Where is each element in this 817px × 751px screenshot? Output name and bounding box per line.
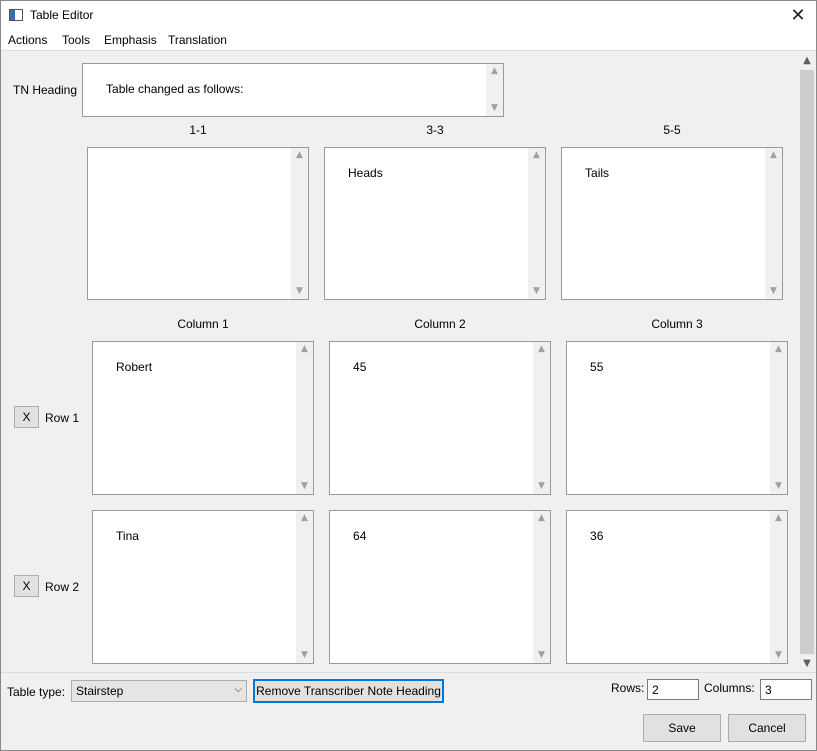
rows-label: Rows: [611,681,645,695]
header-label-2: 3-3 [426,123,444,137]
remove-transcriber-note-heading-button[interactable]: Remove Transcriber Note Heading [253,679,444,703]
column-label-1: Column 1 [177,317,229,331]
cell-value: 45 [353,360,367,374]
cell-row1-col2[interactable]: 45 ▲ ▼ [329,341,551,495]
header-label-3: 5-5 [663,123,681,137]
chevron-up-icon[interactable]: ▲ [528,148,545,163]
chevron-up-icon[interactable]: ▲ [486,64,503,79]
chevron-down-icon[interactable]: ▼ [296,648,313,663]
table-type-select[interactable]: Stairstep ⌵ [71,680,247,702]
chevron-up-icon[interactable]: ▲ [798,52,816,69]
menu-translation[interactable]: Translation [168,33,227,47]
cell-row1-col3[interactable]: 55 ▲ ▼ [566,341,788,495]
chevron-up-icon[interactable]: ▲ [533,511,550,526]
chevron-down-icon[interactable]: ▼ [486,101,503,116]
textbox-scrollbar[interactable]: ▲ ▼ [770,511,787,663]
textbox-scrollbar[interactable]: ▲ ▼ [296,511,313,663]
chevron-down-icon[interactable]: ▼ [533,479,550,494]
menu-tools[interactable]: Tools [62,33,90,47]
textbox-scrollbar[interactable]: ▲ ▼ [533,342,550,494]
chevron-up-icon[interactable]: ▲ [770,511,787,526]
main-scrollbar[interactable]: ▲ ▼ [798,52,816,672]
rows-input[interactable]: 2 [647,679,699,700]
cell-row2-col2[interactable]: 64 ▲ ▼ [329,510,551,664]
row-label-1: Row 1 [45,411,80,425]
cell-value: Tina [116,529,139,543]
textbox-scrollbar[interactable]: ▲ ▼ [486,64,503,116]
chevron-down-icon[interactable]: ▼ [770,479,787,494]
chevron-down-icon[interactable]: ▼ [770,648,787,663]
scrollbar-thumb[interactable] [800,70,814,654]
chevron-up-icon[interactable]: ▲ [533,342,550,357]
chevron-up-icon[interactable]: ▲ [296,342,313,357]
cell-row2-col3[interactable]: 36 ▲ ▼ [566,510,788,664]
save-button[interactable]: Save [643,714,721,742]
row-label-2: Row 2 [45,580,80,594]
menu-actions[interactable]: Actions [8,33,47,47]
chevron-down-icon[interactable]: ▼ [528,284,545,299]
textbox-scrollbar[interactable]: ▲ ▼ [533,511,550,663]
table-editor-window: Table Editor ✕ Actions Tools Emphasis Tr… [0,0,817,751]
close-icon[interactable]: ✕ [780,1,816,30]
rows-value: 2 [652,683,659,697]
app-icon [9,9,23,21]
chevron-up-icon[interactable]: ▲ [296,511,313,526]
chevron-up-icon[interactable]: ▲ [770,342,787,357]
textbox-scrollbar[interactable]: ▲ ▼ [765,148,782,299]
chevron-up-icon[interactable]: ▲ [291,148,308,163]
column-label-2: Column 2 [414,317,466,331]
chevron-down-icon: ⌵ [234,684,242,695]
remove-row-1-button[interactable]: X [14,406,39,428]
textbox-scrollbar[interactable]: ▲ ▼ [528,148,545,299]
columns-input[interactable]: 3 [760,679,812,700]
textbox-scrollbar[interactable]: ▲ ▼ [770,342,787,494]
bottom-bar: Table type: Stairstep ⌵ Remove Transcrib… [1,672,816,750]
header-cell-value: Tails [585,166,610,180]
menu-bar: Actions Tools Emphasis Translation [1,30,816,51]
tn-heading-input[interactable]: Table changed as follows: ▲ ▼ [82,63,504,117]
chevron-down-icon[interactable]: ▼ [296,479,313,494]
cell-value: 64 [353,529,367,543]
tn-heading-label: TN Heading [13,83,78,97]
editor-content: TN Heading Table changed as follows: ▲ ▼ … [1,52,798,672]
header-cell-3[interactable]: Tails ▲ ▼ [561,147,783,300]
cell-value: 55 [590,360,604,374]
title-bar: Table Editor ✕ [1,1,816,30]
menu-emphasis[interactable]: Emphasis [104,33,157,47]
columns-value: 3 [765,683,772,697]
header-cell-2[interactable]: Heads ▲ ▼ [324,147,546,300]
tn-heading-value: Table changed as follows: [106,82,244,96]
chevron-up-icon[interactable]: ▲ [765,148,782,163]
cell-row2-col1[interactable]: Tina ▲ ▼ [92,510,314,664]
table-type-value: Stairstep [76,684,124,698]
cancel-button[interactable]: Cancel [728,714,806,742]
textbox-scrollbar[interactable]: ▲ ▼ [296,342,313,494]
header-cell-1[interactable]: ▲ ▼ [87,147,309,300]
chevron-down-icon[interactable]: ▼ [291,284,308,299]
chevron-down-icon[interactable]: ▼ [798,655,816,672]
remove-row-2-button[interactable]: X [14,575,39,597]
header-label-1: 1-1 [189,123,207,137]
chevron-down-icon[interactable]: ▼ [765,284,782,299]
column-label-3: Column 3 [651,317,703,331]
textbox-scrollbar[interactable]: ▲ ▼ [291,148,308,299]
cell-row1-col1[interactable]: Robert ▲ ▼ [92,341,314,495]
columns-label: Columns: [704,681,755,695]
chevron-down-icon[interactable]: ▼ [533,648,550,663]
table-type-label: Table type: [7,685,66,699]
cell-value: Robert [116,360,153,374]
header-cell-value: Heads [348,166,383,180]
cell-value: 36 [590,529,604,543]
window-title: Table Editor [30,8,94,22]
